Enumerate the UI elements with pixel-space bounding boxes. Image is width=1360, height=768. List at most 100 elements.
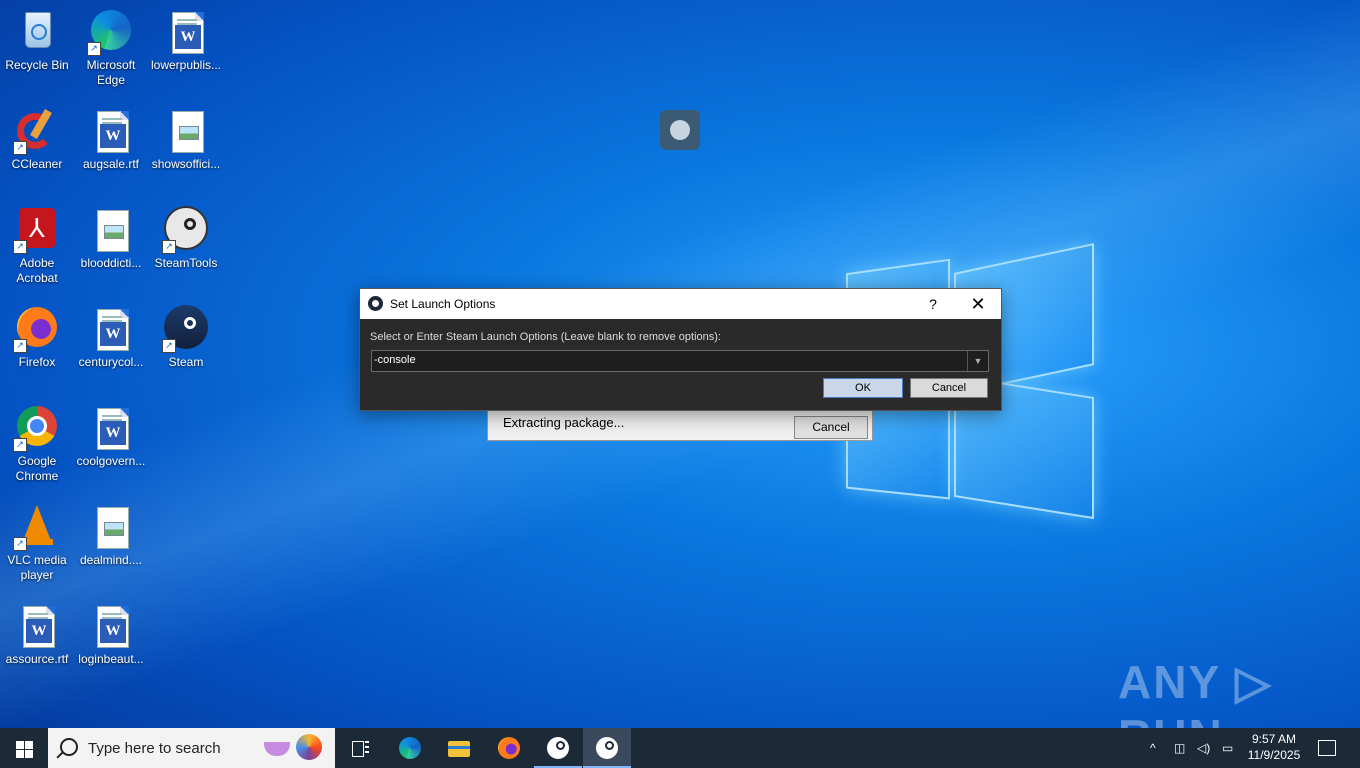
steam-logo-icon — [368, 296, 383, 311]
shortcut-arrow-icon: ↗ — [162, 240, 176, 254]
close-button[interactable]: ✕ — [960, 289, 996, 319]
dialog-title: Set Launch Options — [390, 297, 496, 311]
start-button[interactable] — [0, 728, 48, 768]
task-view-button[interactable] — [336, 728, 384, 768]
firefox-icon: ↗ — [13, 305, 61, 353]
desktop-icon-label: CCleaner — [11, 157, 63, 171]
desktop-icon-recycle-bin[interactable]: Recycle Bin — [0, 8, 74, 73]
notification-center-icon[interactable] — [1318, 740, 1336, 756]
vlc-cone-icon: ↗ — [13, 503, 61, 551]
folder-icon — [448, 737, 470, 759]
desktop-icon-label: blooddicti... — [80, 256, 142, 270]
adobe-acrobat-icon: ⅄ ↗ — [13, 206, 61, 254]
desktop-icon-adobe-acrobat[interactable]: ⅄ ↗ Adobe Acrobat — [0, 206, 74, 286]
chevron-down-icon[interactable]: ▼ — [967, 351, 988, 371]
firefox-icon — [498, 737, 520, 759]
steam-icon: ↗ — [162, 305, 210, 353]
clock-date: 11/9/2025 — [1247, 748, 1301, 762]
desktop-icon-dealmind[interactable]: dealmind.... — [74, 503, 148, 568]
google-chrome-icon: ↗ — [13, 404, 61, 452]
shortcut-arrow-icon: ↗ — [13, 537, 27, 551]
word-document-icon: W — [87, 305, 135, 353]
desktop-icon-vlc[interactable]: ↗ VLC media player — [0, 503, 74, 583]
desktop-icon-centurycol[interactable]: W centurycol... — [74, 305, 148, 370]
word-document-icon: W — [13, 602, 61, 650]
desktop-icon-label: dealmind.... — [79, 553, 143, 567]
desktop-icon-steamtools[interactable]: ↗ SteamTools — [149, 206, 223, 271]
extract-cancel-button[interactable]: Cancel — [794, 416, 868, 439]
cancel-button[interactable]: Cancel — [910, 378, 988, 398]
image-file-icon — [87, 503, 135, 551]
desktop-icon-label: loginbeaut... — [78, 652, 144, 666]
extracting-status-text: Extracting package... — [503, 415, 625, 430]
desktop-icon-label: Firefox — [18, 355, 56, 369]
steamtools-icon: ↗ — [162, 206, 210, 254]
desktop-icon-label: showsoffici... — [151, 157, 221, 171]
taskbar-file-explorer[interactable] — [435, 728, 483, 768]
shortcut-arrow-icon: ↗ — [162, 339, 176, 353]
steam-icon — [596, 737, 618, 759]
desktop-icon-assource[interactable]: W assource.rtf — [0, 602, 74, 667]
launch-options-prompt: Select or Enter Steam Launch Options (Le… — [370, 331, 721, 343]
desktop-icon-label: SteamTools — [154, 256, 218, 270]
word-document-icon: W — [87, 602, 135, 650]
desktop-icon-loginbeaut[interactable]: W loginbeaut... — [74, 602, 148, 667]
taskbar-steam[interactable] — [534, 728, 582, 768]
desktop-icon-steam[interactable]: ↗ Steam — [149, 305, 223, 370]
volume-icon[interactable]: ◁) — [1197, 728, 1215, 768]
desktop-icon-coolgovern[interactable]: W coolgovern... — [74, 404, 148, 469]
shortcut-arrow-icon: ↗ — [13, 339, 27, 353]
taskbar-clock[interactable]: 9:57 AM 11/9/2025 — [1238, 731, 1310, 763]
desktop-icon-label: VLC media player — [7, 553, 67, 582]
meet-now-icon[interactable]: ◫ — [1174, 728, 1192, 768]
desktop-icon-label: centurycol... — [78, 355, 144, 369]
desktop-icon-blooddicti[interactable]: blooddicti... — [74, 206, 148, 271]
taskbar-search-box[interactable]: Type here to search — [48, 728, 335, 768]
desktop-icon-label: coolgovern... — [76, 454, 146, 468]
desktop-icon-ccleaner[interactable]: ↗ CCleaner — [0, 107, 74, 172]
steam-floating-icon[interactable] — [660, 110, 700, 150]
desktop-icon-microsoft-edge[interactable]: ↗ Microsoft Edge — [74, 8, 148, 88]
desktop-icon-label: lowerpublis... — [150, 58, 222, 72]
search-placeholder: Type here to search — [88, 740, 221, 757]
set-launch-options-dialog: Set Launch Options ? ✕ Select or Enter S… — [359, 288, 1002, 411]
ccleaner-icon: ↗ — [13, 107, 61, 155]
desktop-icon-label: Recycle Bin — [5, 58, 69, 72]
taskbar-edge[interactable] — [386, 728, 434, 768]
chevron-up-icon[interactable]: ^ — [1150, 728, 1166, 768]
launch-options-combobox[interactable]: ▼ — [371, 350, 989, 372]
taskbar-firefox[interactable] — [485, 728, 533, 768]
search-highlight-icon — [264, 734, 324, 762]
shortcut-arrow-icon: ↗ — [13, 141, 27, 155]
help-button[interactable]: ? — [920, 289, 946, 319]
shortcut-arrow-icon: ↗ — [87, 42, 101, 56]
shortcut-arrow-icon: ↗ — [13, 438, 27, 452]
word-document-icon: W — [87, 107, 135, 155]
dialog-title-bar[interactable]: Set Launch Options ? ✕ — [360, 289, 1001, 319]
edge-icon — [399, 737, 421, 759]
search-icon — [60, 738, 78, 756]
desktop-icon-label: Adobe Acrobat — [16, 256, 58, 285]
desktop-icon-label: Google Chrome — [15, 454, 59, 483]
launch-options-input[interactable] — [374, 352, 964, 368]
edge-icon: ↗ — [87, 8, 135, 56]
word-document-icon: W — [162, 8, 210, 56]
desktop-icon-lowerpublis[interactable]: W lowerpublis... — [149, 8, 223, 73]
word-document-icon: W — [87, 404, 135, 452]
clock-time: 9:57 AM — [1251, 732, 1297, 746]
desktop-icon-google-chrome[interactable]: ↗ Google Chrome — [0, 404, 74, 484]
desktop-icon-label: assource.rtf — [5, 652, 69, 666]
image-file-icon — [162, 107, 210, 155]
taskbar: Type here to search ^ ◫ ◁) ▭ 9:57 AM 11/… — [0, 728, 1360, 768]
recycle-bin-icon — [13, 8, 61, 56]
task-view-icon — [349, 737, 371, 759]
desktop-icon-label: augsale.rtf — [82, 157, 140, 171]
desktop-icon-firefox[interactable]: ↗ Firefox — [0, 305, 74, 370]
ok-button[interactable]: OK — [823, 378, 903, 398]
desktop-icon-label: Microsoft Edge — [86, 58, 136, 87]
desktop-icon-showsoffici[interactable]: showsoffici... — [149, 107, 223, 172]
desktop-icon-augsale[interactable]: W augsale.rtf — [74, 107, 148, 172]
desktop-icon-label: Steam — [168, 355, 204, 369]
steam-icon — [547, 737, 569, 759]
taskbar-steam-launch-options[interactable] — [583, 728, 631, 768]
